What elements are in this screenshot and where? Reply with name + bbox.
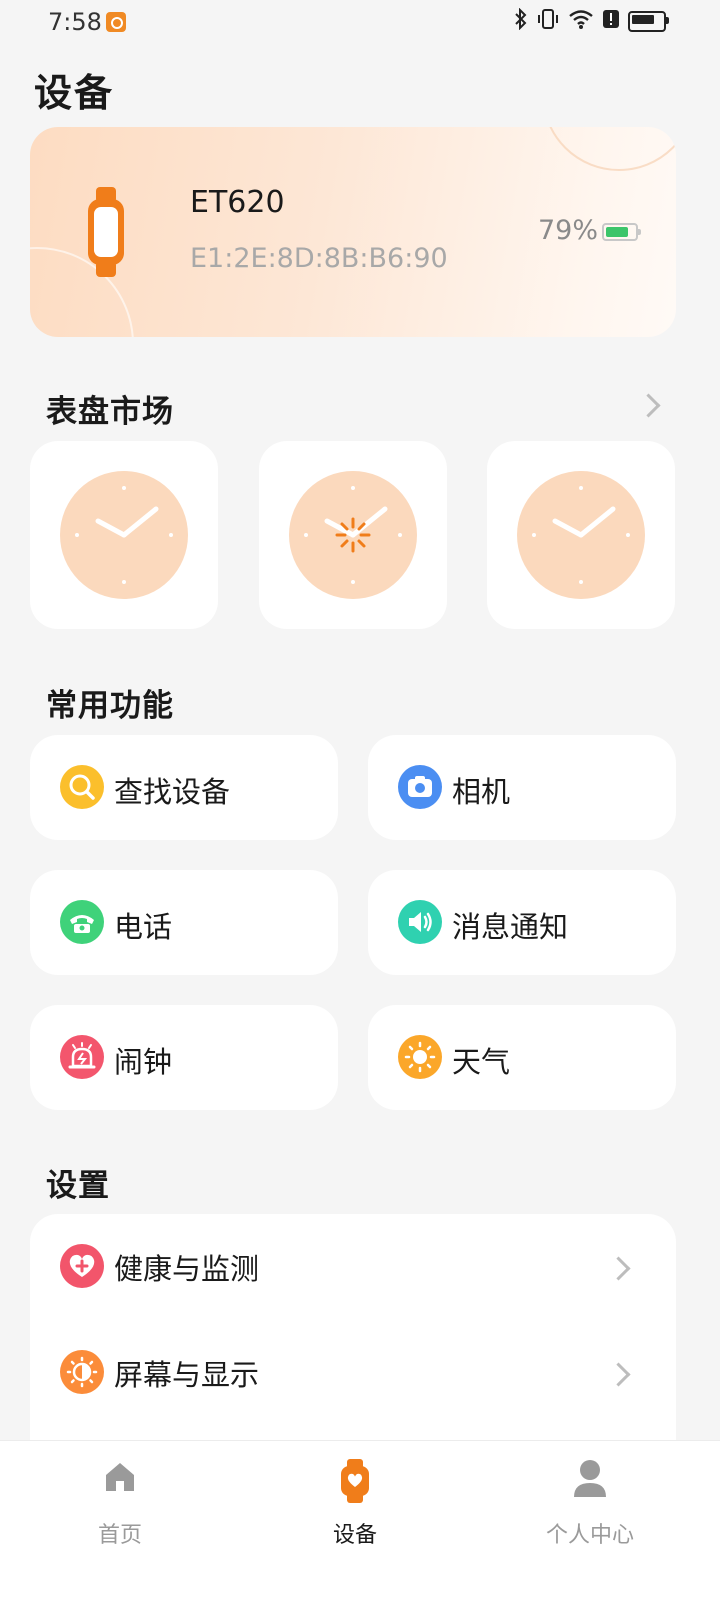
watch-face-card[interactable]: [30, 441, 218, 629]
camera-icon: [398, 765, 442, 809]
settings-title: 设置: [46, 1168, 110, 1204]
nav-label: 设备: [332, 1523, 377, 1548]
bluetooth-icon: [514, 7, 528, 35]
decor-ring: [542, 127, 676, 171]
health-heart-icon: [60, 1244, 104, 1288]
brightness-icon: [60, 1350, 104, 1394]
page-title: 设备: [34, 71, 115, 115]
device-battery-percent: 79%: [538, 215, 599, 246]
watch-face-preview-icon: [517, 471, 645, 599]
vibrate-icon: [536, 8, 560, 35]
bottom-navigation: 首页 设备 个人中心: [0, 1440, 720, 1601]
phone-button[interactable]: 电话: [30, 870, 338, 975]
phone-icon: [60, 900, 104, 944]
device-card[interactable]: ET620 E1:2E:8D:8B:B6:90 79%: [30, 127, 676, 337]
battery-status-icon: [628, 11, 669, 32]
alarm-button[interactable]: 闹钟: [30, 1005, 338, 1110]
alert-icon: [602, 8, 620, 35]
alarm-icon: [60, 1035, 104, 1079]
status-time: 7:58: [48, 8, 102, 36]
watch-face-preview-icon: [289, 471, 417, 599]
settings-item-label: 屏幕与显示: [114, 1358, 260, 1392]
message-notification-button[interactable]: 消息通知: [368, 870, 676, 975]
chevron-right-icon: [606, 1256, 631, 1281]
wifi-icon: [568, 8, 594, 35]
nav-item-home[interactable]: 首页: [0, 1441, 240, 1561]
function-label: 查找设备: [114, 775, 231, 809]
function-label: 相机: [452, 775, 511, 809]
common-functions-title: 常用功能: [46, 688, 174, 724]
sun-icon: [398, 1035, 442, 1079]
user-icon: [574, 1460, 606, 1497]
status-bar: 7:58: [0, 0, 720, 46]
watch-face-market-arrow-icon[interactable]: [636, 393, 661, 418]
settings-item-label: 健康与监测: [114, 1252, 260, 1286]
function-label: 天气: [452, 1045, 511, 1079]
watch-face-market-title: 表盘市场: [46, 394, 174, 430]
home-icon: [106, 1463, 134, 1491]
search-icon: [60, 765, 104, 809]
watch-face-card[interactable]: [259, 441, 447, 629]
function-label: 闹钟: [114, 1045, 173, 1079]
band-watch-icon: [88, 187, 124, 277]
camera-button[interactable]: 相机: [368, 735, 676, 840]
speaker-icon: [398, 900, 442, 944]
status-icons: [514, 7, 669, 35]
chevron-right-icon: [606, 1362, 631, 1387]
device-name: ET620: [190, 185, 285, 220]
battery-icon: [602, 223, 641, 241]
device-mac-address: E1:2E:8D:8B:B6:90: [190, 243, 448, 274]
function-label: 消息通知: [452, 910, 569, 944]
nav-label: 首页: [97, 1523, 142, 1548]
find-device-button[interactable]: 查找设备: [30, 735, 338, 840]
settings-item-health-monitoring[interactable]: 健康与监测: [30, 1214, 676, 1318]
app-notification-icon: [106, 12, 126, 32]
watch-face-card[interactable]: [487, 441, 675, 629]
settings-item-screen-display[interactable]: 屏幕与显示: [30, 1320, 676, 1424]
weather-button[interactable]: 天气: [368, 1005, 676, 1110]
nav-item-device[interactable]: 设备: [235, 1441, 475, 1561]
function-label: 电话: [114, 910, 173, 944]
watch-face-preview-icon: [60, 471, 188, 599]
watch-icon: [341, 1459, 369, 1503]
nav-item-profile[interactable]: 个人中心: [470, 1441, 710, 1561]
nav-label: 个人中心: [545, 1523, 634, 1548]
